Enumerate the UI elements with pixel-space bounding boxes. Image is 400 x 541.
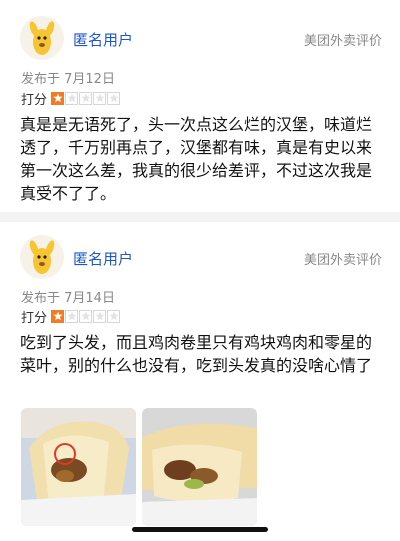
review-source: 美团外卖评价 bbox=[303, 253, 382, 268]
star-filled-icon bbox=[51, 91, 65, 105]
star-empty-icon bbox=[107, 91, 121, 105]
divider bbox=[0, 212, 400, 222]
review-card-2: 匿名用户 美团外卖评价 发布于 7月14日 打分 吃到了头发，而且鸡肉卷里只有鸡… bbox=[0, 222, 400, 541]
dog-mascot-icon bbox=[29, 21, 55, 55]
review-photo-1[interactable] bbox=[21, 408, 136, 526]
rating-label: 打分 bbox=[21, 92, 48, 108]
review-source: 美团外卖评价 bbox=[303, 34, 382, 49]
wrap-photo-inside bbox=[142, 408, 257, 526]
rating-label: 打分 bbox=[21, 310, 48, 326]
star-filled-icon bbox=[51, 309, 65, 323]
post-date: 发布于 7月14日 bbox=[21, 291, 115, 306]
star-empty-icon bbox=[93, 91, 107, 105]
post-date: 发布于 7月12日 bbox=[21, 72, 115, 87]
star-empty-icon bbox=[65, 309, 79, 323]
rating-row: 打分 bbox=[21, 308, 121, 326]
review-text: 真是是无语死了，头一次点这么烂的汉堡，味道烂透了，千万别再点了，汉堡都有味，真是… bbox=[20, 115, 373, 203]
review-text: 吃到了头发，而且鸡肉卷里只有鸡块鸡肉和零星的菜叶，别的什么也没有，吃到头发真的没… bbox=[20, 333, 373, 375]
username[interactable]: 匿名用户 bbox=[73, 248, 133, 269]
review-card-1: 匿名用户 美团外卖评价 发布于 7月12日 打分 真是是无语死了，头一次点这么烂… bbox=[0, 0, 400, 212]
star-empty-icon bbox=[79, 91, 93, 105]
home-indicator[interactable] bbox=[132, 527, 268, 532]
star-rating bbox=[51, 91, 121, 105]
dog-mascot-icon bbox=[29, 240, 55, 274]
star-empty-icon bbox=[65, 91, 79, 105]
avatar[interactable] bbox=[20, 235, 64, 279]
rating-row: 打分 bbox=[21, 90, 121, 108]
star-empty-icon bbox=[79, 309, 93, 323]
wrap-photo-with-hair-circled bbox=[21, 408, 136, 526]
username[interactable]: 匿名用户 bbox=[73, 29, 133, 50]
review-photo-2[interactable] bbox=[142, 408, 257, 526]
star-empty-icon bbox=[107, 309, 121, 323]
avatar[interactable] bbox=[20, 16, 64, 60]
star-rating bbox=[51, 309, 121, 323]
star-empty-icon bbox=[93, 309, 107, 323]
